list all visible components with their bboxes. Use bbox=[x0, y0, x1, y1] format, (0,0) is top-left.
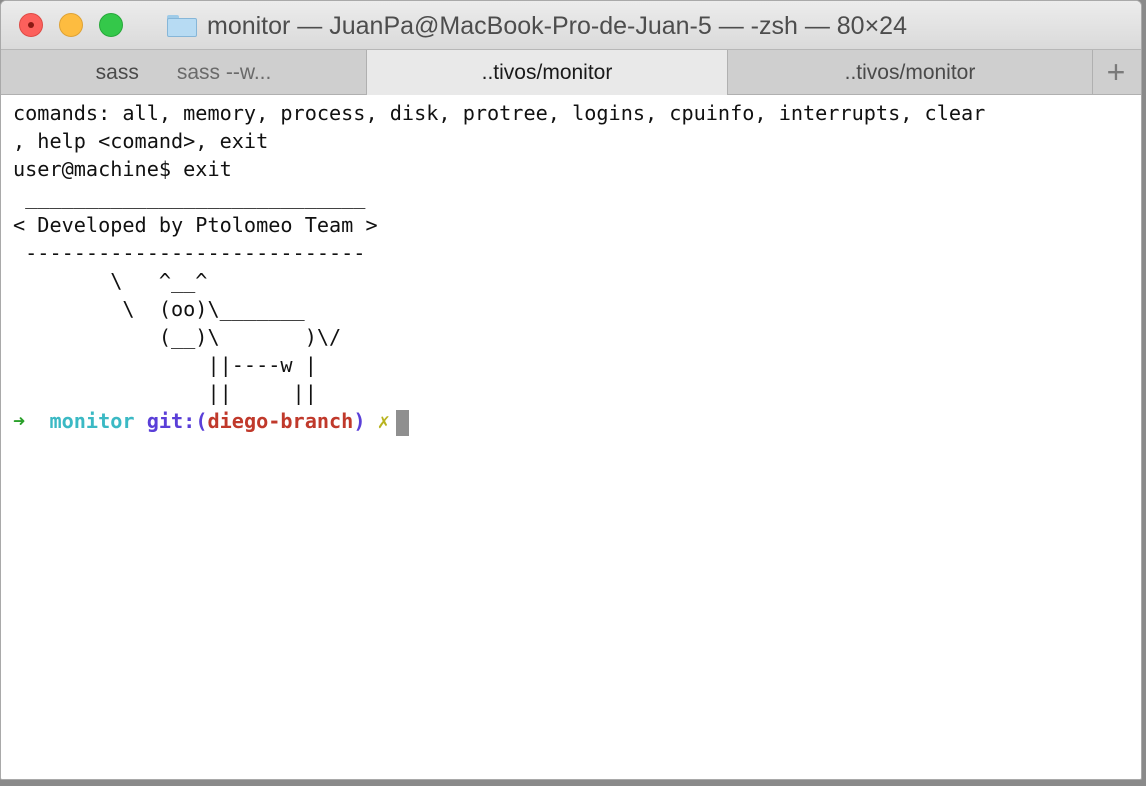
cowsay-line: ||----w | bbox=[13, 353, 317, 377]
dirty-icon: ✗ bbox=[377, 409, 390, 433]
prompt-git-label: git:( bbox=[146, 409, 208, 433]
cowsay-line: \ (oo)\_______ bbox=[13, 297, 305, 321]
title-group: monitor — JuanPa@MacBook-Pro-de-Juan-5 —… bbox=[167, 11, 907, 41]
zoom-button[interactable] bbox=[99, 13, 123, 37]
tab-sass[interactable]: sass sass --w... bbox=[1, 50, 367, 95]
cowsay-line: ---------------------------- bbox=[13, 241, 366, 265]
window-title: monitor — JuanPa@MacBook-Pro-de-Juan-5 —… bbox=[207, 11, 907, 40]
cowsay-line: ____________________________ bbox=[13, 185, 366, 209]
text-cursor[interactable] bbox=[395, 409, 409, 436]
tab-monitor-active[interactable]: ..tivos/monitor bbox=[367, 50, 728, 95]
cowsay-line: || || bbox=[13, 381, 317, 405]
folder-icon bbox=[167, 15, 197, 37]
shell-prompt[interactable]: ➜ monitor git:(diego-branch) ✗ bbox=[13, 407, 1139, 436]
tab-monitor-label: ..tivos/monitor bbox=[844, 60, 976, 84]
prompt-branch: diego-branch bbox=[207, 409, 354, 433]
tab-sass-sublabel: sass --w... bbox=[176, 60, 272, 84]
cowsay-line: (__)\ )\/ bbox=[13, 325, 342, 349]
output-line: user@machine$ exit bbox=[13, 157, 232, 181]
tab-monitor[interactable]: ..tivos/monitor bbox=[728, 50, 1093, 95]
cowsay-line: < Developed by Ptolomeo Team > bbox=[13, 213, 378, 237]
title-bar[interactable]: monitor — JuanPa@MacBook-Pro-de-Juan-5 —… bbox=[1, 1, 1141, 49]
new-tab-button[interactable]: + bbox=[1091, 50, 1141, 95]
prompt-git-close: ) bbox=[353, 409, 366, 433]
minimize-button[interactable] bbox=[59, 13, 83, 37]
tab-monitor-active-label: ..tivos/monitor bbox=[481, 60, 613, 84]
output-line: comands: all, memory, process, disk, pro… bbox=[13, 101, 986, 125]
output-line: , help <comand>, exit bbox=[13, 129, 269, 153]
tab-bar: sass sass --w... ..tivos/monitor ..tivos… bbox=[1, 49, 1141, 95]
terminal-window: monitor — JuanPa@MacBook-Pro-de-Juan-5 —… bbox=[0, 0, 1142, 780]
terminal-output[interactable]: comands: all, memory, process, disk, pro… bbox=[13, 99, 1139, 436]
arrow-icon: ➜ bbox=[13, 409, 26, 433]
tab-sass-label: sass bbox=[95, 60, 139, 84]
plus-icon: + bbox=[1106, 54, 1126, 90]
cowsay-line: \ ^__^ bbox=[13, 269, 208, 293]
prompt-directory: monitor bbox=[49, 409, 135, 433]
close-button[interactable] bbox=[19, 13, 43, 37]
